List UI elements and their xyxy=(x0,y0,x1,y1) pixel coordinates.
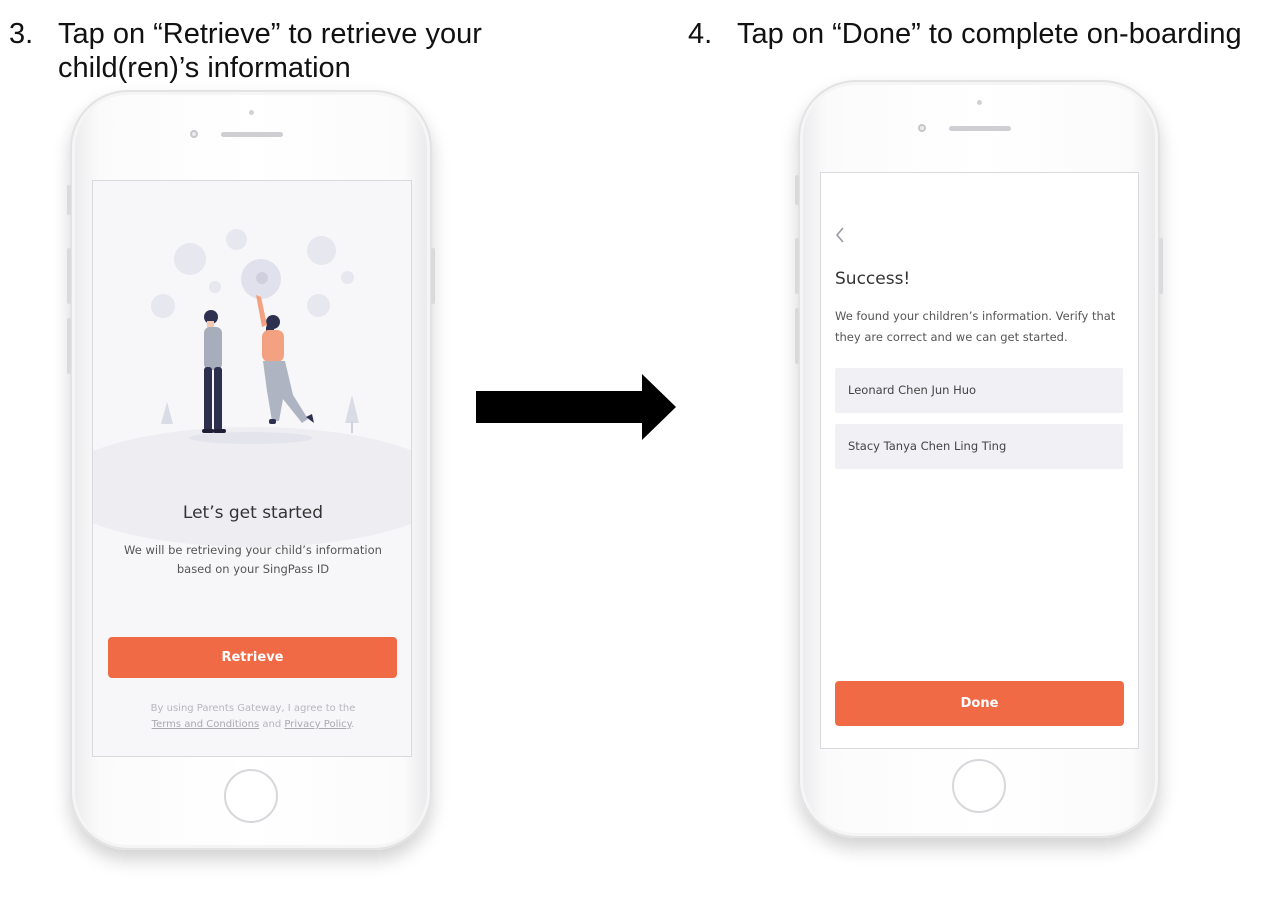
power-button xyxy=(431,248,435,304)
volume-down-button xyxy=(67,318,71,374)
legal-conjunction: and xyxy=(262,719,282,730)
earpiece-speaker xyxy=(221,132,283,137)
terms-link[interactable]: Terms and Conditions xyxy=(152,719,260,730)
child-item[interactable]: Leonard Chen Jun Huo xyxy=(835,368,1123,413)
sensor-dot xyxy=(977,100,982,105)
mute-switch xyxy=(795,175,799,205)
page-title: Success! xyxy=(835,269,911,289)
earpiece-speaker xyxy=(949,126,1011,131)
child-item[interactable]: Stacy Tanya Chen Ling Ting xyxy=(835,424,1123,469)
privacy-link[interactable]: Privacy Policy xyxy=(284,719,351,730)
volume-down-button xyxy=(795,308,799,364)
legal-suffix: . xyxy=(351,719,355,730)
home-button xyxy=(952,759,1006,813)
mute-switch xyxy=(67,185,71,215)
page-description: We will be retrieving your child’s infor… xyxy=(124,543,382,576)
chevron-left-icon[interactable] xyxy=(833,225,849,245)
page-description: We found your children’s information. Ve… xyxy=(835,309,1116,344)
step-3-caption: 3. Tap on “Retrieve” to retrieve your ch… xyxy=(9,17,569,87)
legal-prefix: By using Parents Gateway, I agree to the xyxy=(150,703,356,714)
step-4-number: 4. xyxy=(688,18,713,50)
retrieve-button[interactable]: Retrieve xyxy=(108,637,397,678)
front-camera xyxy=(918,124,926,132)
done-button[interactable]: Done xyxy=(835,681,1124,726)
power-button xyxy=(1159,238,1163,294)
phone-mockup-right: Success! We found your children’s inform… xyxy=(795,80,1163,838)
step-4-caption: 4. Tap on “Done” to complete on-boarding xyxy=(688,17,1264,57)
sensor-dot xyxy=(249,110,254,115)
legal-notice: By using Parents Gateway, I agree to the… xyxy=(113,701,393,733)
page-title: Let’s get started xyxy=(182,503,324,523)
step-4-text: Tap on “Done” to complete on-boarding xyxy=(737,18,1242,50)
front-camera xyxy=(190,130,198,138)
right-arrow-icon xyxy=(476,374,676,440)
step-3-number: 3. xyxy=(9,18,34,50)
step-3-text: Tap on “Retrieve” to retrieve your child… xyxy=(58,18,482,84)
people-illustration xyxy=(189,295,314,444)
phone-mockup-left: Let’s get started We will be retrieving … xyxy=(67,90,435,850)
volume-up-button xyxy=(795,238,799,294)
onboarding-screen-retrieve: Let’s get started We will be retrieving … xyxy=(92,180,412,757)
volume-up-button xyxy=(67,248,71,304)
onboarding-screen-success: Success! We found your children’s inform… xyxy=(820,172,1139,749)
home-button xyxy=(224,769,278,823)
